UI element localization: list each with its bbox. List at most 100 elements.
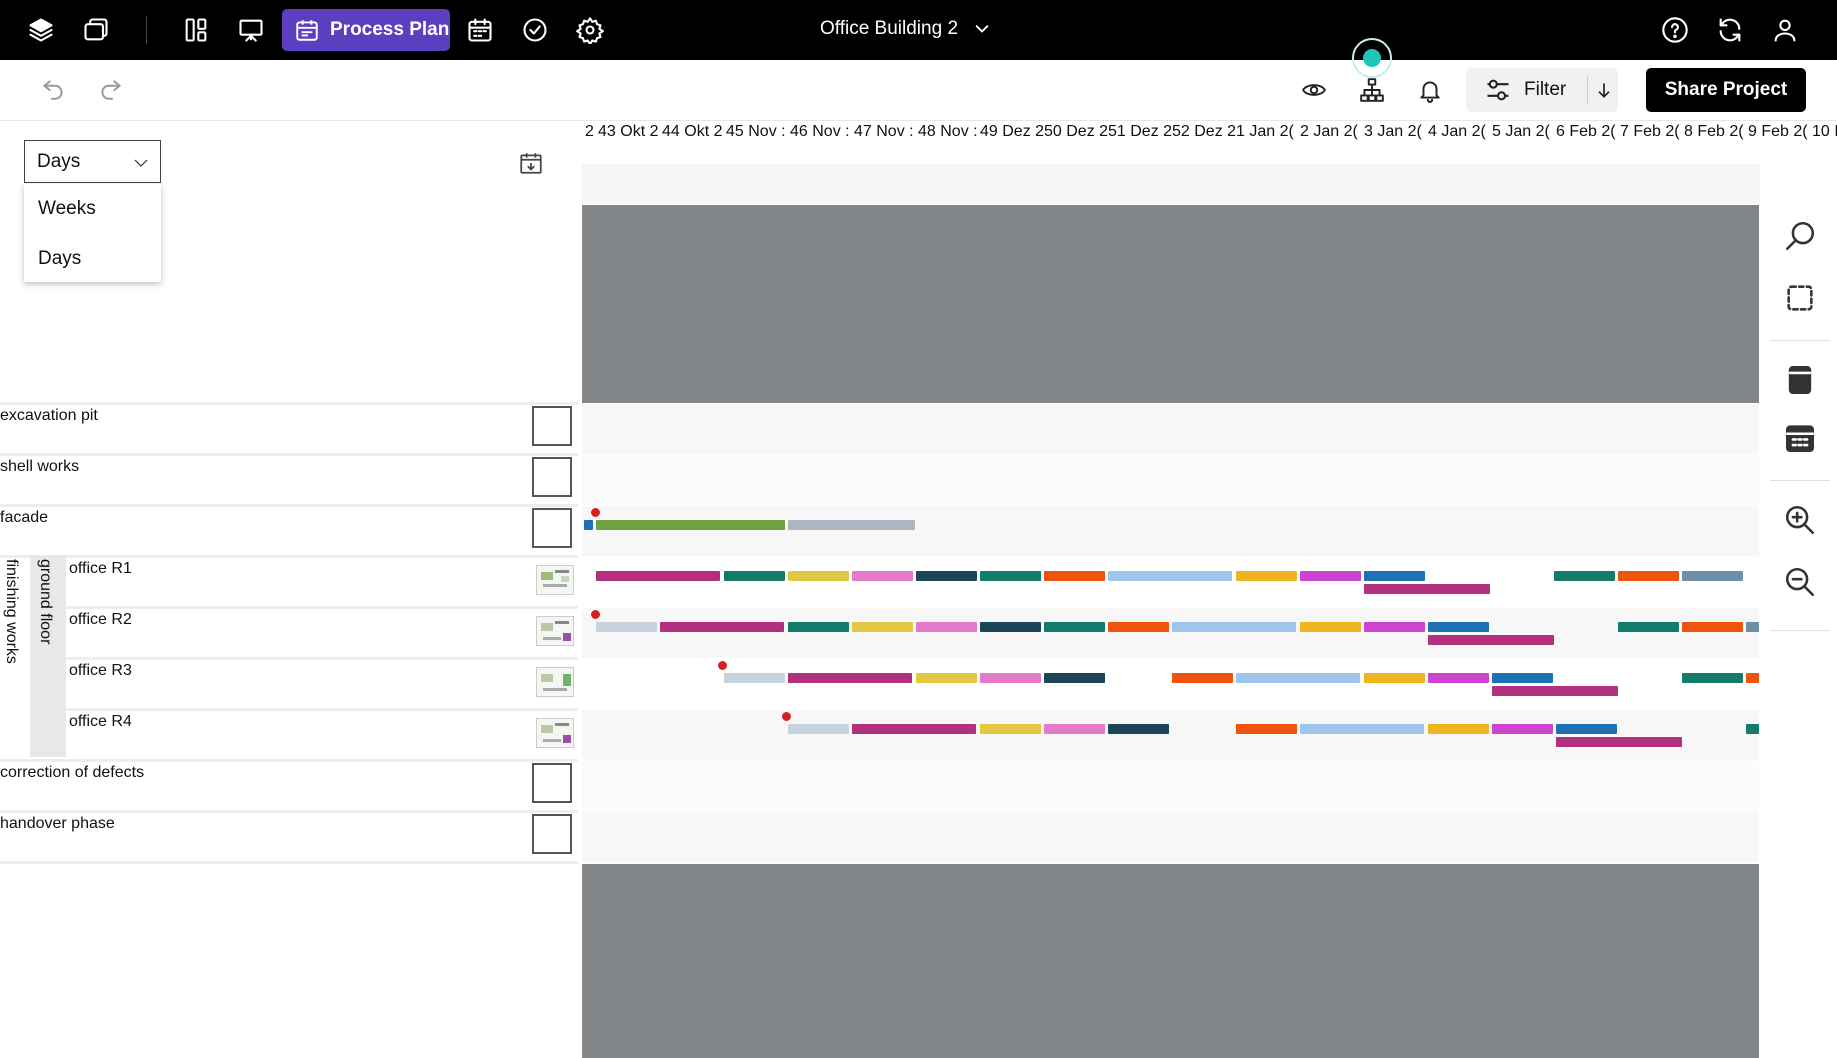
share-project-button[interactable]: Share Project [1646,68,1806,112]
files-icon[interactable] [78,12,114,48]
task-bar[interactable] [1172,673,1233,683]
task-bar[interactable] [788,622,849,632]
row-checkbox[interactable] [532,457,572,497]
go-to-today-icon[interactable] [516,148,546,178]
layout-icon[interactable] [178,12,214,48]
task-bar[interactable] [980,673,1041,683]
task-bar[interactable] [788,571,849,581]
timeline-row-facade[interactable] [582,506,1759,556]
milestone-marker[interactable] [590,507,601,518]
task-bar[interactable] [596,622,657,632]
user-icon[interactable] [1767,12,1803,48]
task-bar[interactable] [1556,737,1682,747]
task-bar[interactable] [1300,622,1361,632]
eye-icon[interactable] [1297,73,1331,107]
row-checkbox[interactable] [532,406,572,446]
task-bar[interactable] [1682,571,1743,581]
task-bar[interactable] [1556,724,1617,734]
undo-icon[interactable] [36,72,70,106]
timeline-row-handover-phase[interactable] [582,812,1759,862]
sync-icon[interactable] [1712,12,1748,48]
task-bar[interactable] [1492,724,1553,734]
bell-icon[interactable] [1413,73,1447,107]
task-bar[interactable] [852,571,913,581]
sort-button[interactable] [1590,68,1618,112]
layers-icon[interactable] [23,12,59,48]
project-selector[interactable]: Office Building 2 [820,18,992,40]
row-checkbox[interactable] [532,508,572,548]
task-bar[interactable] [1682,673,1743,683]
process-plan-tab[interactable]: Process Plan [282,9,450,51]
task-bar[interactable] [724,673,785,683]
timeline-row-office-r3[interactable] [582,659,1759,709]
task-bar[interactable] [1236,724,1297,734]
floorplan-thumbnail[interactable] [536,565,574,595]
milestone-marker[interactable] [590,609,601,620]
task-bar[interactable] [852,622,913,632]
task-bar[interactable] [1044,622,1105,632]
settings-icon[interactable] [572,12,608,48]
task-bar[interactable] [1428,673,1489,683]
calendar-grid-icon[interactable] [1778,416,1822,460]
timeline-row-correction-of-defects[interactable] [582,761,1759,811]
zoom-out-icon[interactable] [1778,560,1822,604]
timeline-row-office-r1[interactable] [582,557,1759,607]
task-bar[interactable] [596,571,720,581]
redo-icon[interactable] [94,72,128,106]
task-bar[interactable] [1682,622,1743,632]
task-bar[interactable] [1236,571,1297,581]
task-bar[interactable] [1300,724,1424,734]
timeline-row-shell-works[interactable] [582,455,1759,505]
task-bar[interactable] [1746,724,1759,734]
help-icon[interactable] [1657,12,1693,48]
task-bar[interactable] [596,520,785,530]
task-bar[interactable] [1618,622,1679,632]
row-checkbox[interactable] [532,763,572,803]
filter-button[interactable]: Filter [1466,68,1586,112]
task-bar[interactable] [788,724,849,734]
task-bar[interactable] [1746,622,1759,632]
task-bar[interactable] [1554,571,1615,581]
row-checkbox[interactable] [532,814,572,854]
search-icon[interactable] [1778,214,1822,258]
task-bar[interactable] [980,571,1041,581]
task-bar[interactable] [1364,584,1490,594]
task-bar[interactable] [1044,673,1105,683]
task-bar[interactable] [1618,571,1679,581]
task-bar[interactable] [1492,673,1553,683]
task-bar[interactable] [1108,724,1169,734]
check-circle-icon[interactable] [517,12,553,48]
task-bar[interactable] [852,724,976,734]
task-bar[interactable] [1108,571,1232,581]
task-bar[interactable] [916,622,977,632]
hierarchy-icon[interactable] [1355,73,1389,107]
task-bar[interactable] [1746,673,1759,683]
task-bar[interactable] [1492,686,1618,696]
task-bar[interactable] [1364,622,1425,632]
task-bar[interactable] [1364,571,1425,581]
task-bar[interactable] [788,673,912,683]
task-bar[interactable] [660,622,784,632]
task-bar[interactable] [1364,673,1425,683]
floorplan-thumbnail[interactable] [536,616,574,646]
task-bar[interactable] [1428,724,1489,734]
task-bar[interactable] [980,724,1041,734]
floorplan-thumbnail[interactable] [536,718,574,748]
presentation-icon[interactable] [233,12,269,48]
calendar-icon[interactable] [462,12,498,48]
task-bar[interactable] [1236,673,1360,683]
task-bar[interactable] [724,571,785,581]
timeline-row-excavation-pit[interactable] [582,404,1759,454]
floorplan-thumbnail[interactable] [536,667,574,697]
task-bar[interactable] [980,622,1041,632]
selection-icon[interactable] [1778,276,1822,320]
timeline-row-office-r4[interactable] [582,710,1759,760]
task-bar[interactable] [1172,622,1296,632]
timeline-row-office-r2[interactable] [582,608,1759,658]
task-bar[interactable] [1300,571,1361,581]
note-icon[interactable] [1778,358,1822,402]
task-bar[interactable] [1428,622,1489,632]
milestone-marker[interactable] [717,660,728,671]
task-bar[interactable] [916,571,977,581]
zoom-in-icon[interactable] [1778,498,1822,542]
